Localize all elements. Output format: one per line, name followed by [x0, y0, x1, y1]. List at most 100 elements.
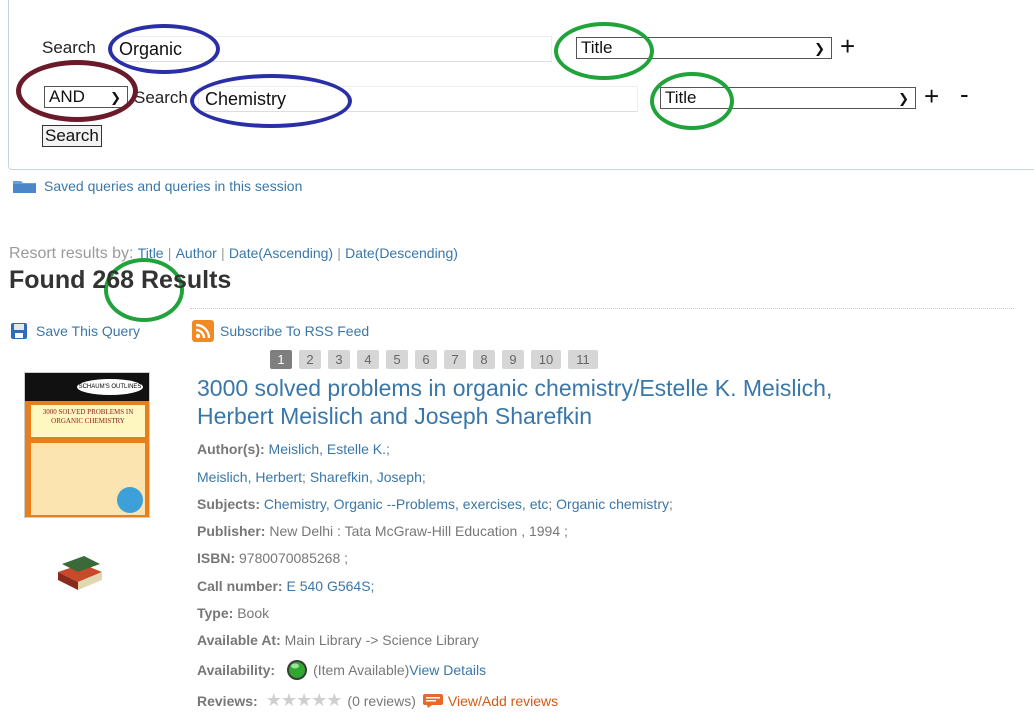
- rss-label: Subscribe To RSS Feed: [220, 323, 370, 339]
- save-disk-icon: [11, 323, 27, 339]
- sort-date-asc-link[interactable]: Date(Ascending): [229, 245, 333, 261]
- save-query-label: Save This Query: [36, 323, 141, 339]
- call-number-label: Call number:: [197, 578, 283, 594]
- subject-link[interactable]: Organic chemistry: [556, 496, 669, 512]
- publisher-label: Publisher:: [197, 523, 266, 539]
- result-title-link[interactable]: 3000 solved problems in organic chemistr…: [197, 374, 1017, 430]
- available-at-row: Available At: Main Library -> Science Li…: [197, 632, 479, 648]
- saved-queries-link[interactable]: Saved queries and queries in this sessio…: [12, 178, 302, 194]
- search-input-2[interactable]: Chemistry: [198, 86, 638, 112]
- author-link[interactable]: Meislich, Herbert: [197, 469, 302, 485]
- remove-row-button[interactable]: -: [960, 81, 969, 107]
- page-10-button[interactable]: 10: [531, 350, 561, 369]
- found-prefix: Found: [9, 266, 86, 294]
- chevron-down-icon: ❯: [898, 91, 909, 106]
- reviews-label: Reviews:: [197, 692, 258, 709]
- type-label: Type:: [197, 605, 234, 621]
- page-9-button[interactable]: 9: [502, 350, 524, 369]
- star-icon[interactable]: ★: [296, 690, 312, 710]
- isbn-row: ISBN: 9780070085268 ;: [197, 550, 348, 566]
- page-4-button[interactable]: 4: [357, 350, 379, 369]
- page-3-button[interactable]: 3: [328, 350, 350, 369]
- publisher-row: Publisher: New Delhi : Tata McGraw-Hill …: [197, 523, 568, 539]
- results-count: 268: [92, 266, 135, 294]
- page-6-button[interactable]: 6: [415, 350, 437, 369]
- cover-badge: [117, 487, 143, 513]
- resort-bar: Resort results by: Title | Author | Date…: [9, 245, 458, 263]
- chevron-down-icon: ❯: [814, 41, 825, 56]
- sort-title-link[interactable]: Title: [138, 245, 164, 261]
- page-2-button[interactable]: 2: [299, 350, 321, 369]
- result-title-line-1: 3000 solved problems in organic chemistr…: [197, 375, 833, 401]
- rating-stars[interactable]: ★★★★★: [266, 690, 343, 711]
- isbn-value: 9780070085268 ;: [239, 550, 349, 566]
- star-icon[interactable]: ★: [311, 690, 327, 710]
- availability-row: Availability: (Item Available) View Detai…: [197, 659, 486, 681]
- divider: [190, 308, 1014, 309]
- view-add-reviews-link[interactable]: View/Add reviews: [448, 693, 558, 709]
- rss-icon: [192, 320, 214, 342]
- subject-link[interactable]: Chemistry, Organic --Problems, exercises…: [264, 496, 548, 512]
- author-link[interactable]: Meislich, Estelle K.: [269, 441, 386, 457]
- search-input-1[interactable]: Organic: [112, 36, 552, 62]
- page-11-button[interactable]: 11: [568, 350, 598, 369]
- save-query-link[interactable]: Save This Query: [10, 322, 140, 340]
- chevron-down-icon: ❯: [110, 90, 121, 105]
- page-1-button[interactable]: 1: [270, 350, 292, 369]
- call-number-value[interactable]: E 540 G564S;: [286, 578, 374, 594]
- available-at-value: Main Library -> Science Library: [284, 632, 479, 648]
- field-select-1-value: Title: [581, 38, 613, 57]
- availability-value: (Item Available): [313, 662, 410, 678]
- cover-title: 3000 SOLVED PROBLEMS IN ORGANIC CHEMISTR…: [31, 405, 145, 437]
- authors-row: Author(s): Meislich, Estelle K.;: [197, 441, 390, 457]
- operator-select-value: AND: [49, 87, 85, 106]
- search-panel: [8, 0, 1034, 170]
- separator: |: [167, 245, 172, 261]
- add-row-button-2[interactable]: +: [924, 83, 939, 109]
- subjects-row: Subjects: Chemistry, Organic --Problems,…: [197, 496, 673, 512]
- field-select-2-value: Title: [665, 88, 697, 107]
- subjects-label: Subjects:: [197, 496, 261, 512]
- type-value: Book: [237, 605, 270, 621]
- isbn-label: ISBN:: [197, 550, 236, 566]
- reviews-row: Reviews: ★★★★★ (0 reviews) View/Add revi…: [197, 690, 558, 711]
- star-icon[interactable]: ★: [281, 690, 297, 710]
- operator-select[interactable]: AND ❯: [44, 86, 128, 108]
- available-at-label: Available At:: [197, 632, 281, 648]
- pagination: 1 2 3 4 5 6 7 8 9 10 11: [270, 350, 605, 369]
- separator: |: [221, 245, 225, 261]
- results-count-heading: Found 268 Results: [9, 266, 231, 295]
- search-label-1: Search: [42, 38, 96, 57]
- resort-label: Resort results by:: [9, 245, 134, 262]
- rss-link[interactable]: Subscribe To RSS Feed: [192, 320, 369, 342]
- availability-label: Availability:: [197, 662, 276, 678]
- availability-green-icon: [287, 660, 308, 680]
- add-row-button[interactable]: +: [840, 33, 855, 59]
- page-8-button[interactable]: 8: [473, 350, 495, 369]
- authors-row-2: Meislich, Herbert; Sharefkin, Joseph;: [197, 469, 426, 485]
- saved-queries-label: Saved queries and queries in this sessio…: [44, 178, 303, 194]
- page-5-button[interactable]: 5: [386, 350, 408, 369]
- type-row: Type: Book: [197, 605, 269, 621]
- found-suffix: Results: [140, 266, 232, 294]
- star-icon[interactable]: ★: [326, 690, 342, 710]
- result-title-line-2: Herbert Meislich and Joseph Sharefkin: [197, 403, 593, 429]
- search-submit-button[interactable]: Search: [42, 125, 102, 147]
- field-select-2[interactable]: Title ❯: [660, 87, 916, 109]
- authors-label: Author(s):: [197, 441, 265, 457]
- book-cover-image[interactable]: SCHAUM'S OUTLINES 3000 SOLVED PROBLEMS I…: [24, 372, 150, 518]
- view-details-link[interactable]: View Details: [409, 662, 486, 678]
- sort-date-desc-link[interactable]: Date(Descending): [345, 245, 458, 261]
- cover-series: SCHAUM'S OUTLINES: [77, 379, 143, 395]
- search-label-2: Search: [134, 88, 188, 107]
- page-7-button[interactable]: 7: [444, 350, 466, 369]
- star-icon[interactable]: ★: [266, 690, 282, 710]
- sort-author-link[interactable]: Author: [176, 245, 217, 261]
- folder-icon: [13, 181, 36, 193]
- comment-bubble-icon: [422, 693, 443, 708]
- call-number-row: Call number: E 540 G564S;: [197, 578, 374, 594]
- separator: |: [337, 245, 341, 261]
- reviews-count: (0 reviews): [347, 692, 416, 709]
- field-select-1[interactable]: Title ❯: [576, 37, 832, 59]
- author-link[interactable]: Sharefkin, Joseph: [310, 469, 422, 485]
